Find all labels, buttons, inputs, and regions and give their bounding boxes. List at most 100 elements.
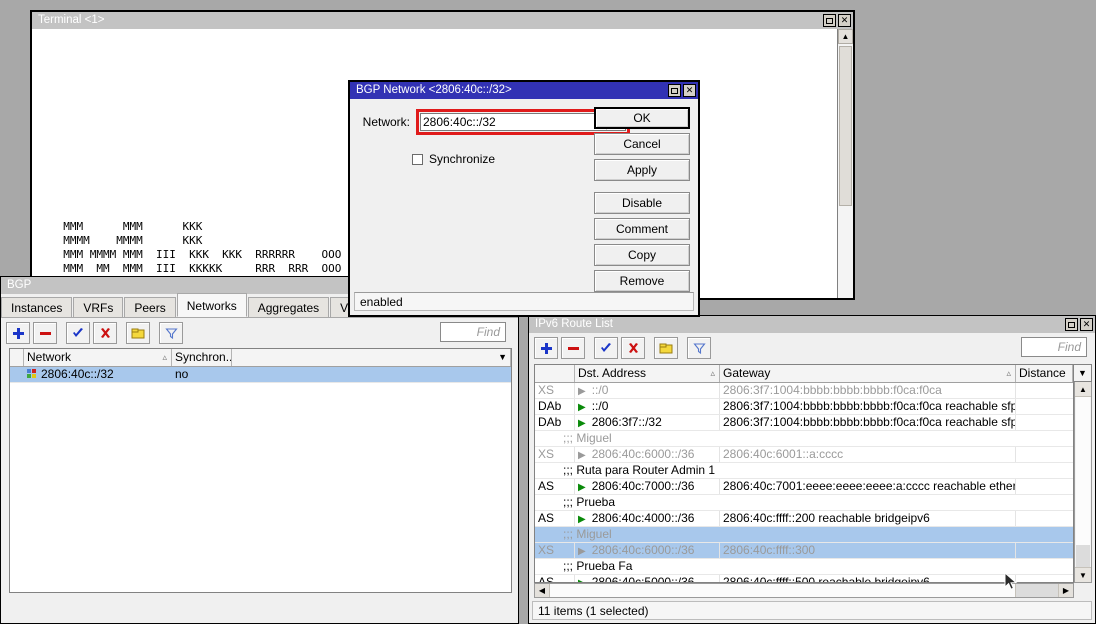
comment-icon[interactable] [126,322,150,344]
bgp-networks-table[interactable]: Network ▵ Synchron... ▼ 2806:40c::/32 no [9,348,512,593]
route-toolbar[interactable] [534,337,711,359]
route-column-menu-button[interactable]: ▼ [1074,364,1092,382]
terminal-vertical-scrollbar[interactable]: ▲ [837,29,853,298]
dialog-titlebar[interactable]: BGP Network <2806:40c::/32> ✕ [350,82,698,99]
chevron-down-icon[interactable]: ▼ [498,350,507,365]
scroll-up-icon[interactable]: ▲ [1075,382,1091,397]
synchronize-checkbox[interactable] [412,154,423,165]
route-title: IPv6 Route List [535,316,1065,333]
route-col-flags[interactable] [535,365,575,382]
terminal-titlebar[interactable]: Terminal <1> ✕ [32,12,853,29]
dialog-status-bar: enabled [354,292,694,311]
scroll-left-icon[interactable]: ◀ [535,584,550,597]
route-expand-arrow-icon[interactable]: ▶ [578,482,586,493]
route-row-dst-address: ▶2806:40c:6000::/36 [575,543,720,558]
add-icon[interactable] [534,337,558,359]
route-find-input[interactable]: Find [1021,337,1087,357]
bgp-window[interactable]: BGP Instances VRFs Peers Networks Aggreg… [0,276,519,624]
comment-button[interactable]: Comment [594,218,690,240]
route-row-dst-address: ▶2806:40c:6000::/36 [575,447,720,462]
close-icon[interactable]: ✕ [838,14,851,27]
scroll-up-icon[interactable]: ▲ [838,29,853,44]
route-comment-row[interactable]: ;;; Miguel [535,527,1073,543]
scroll-down-icon[interactable]: ▼ [1075,567,1091,582]
table-row[interactable]: XS▶2806:40c:6000::/362806:40c:ffff::300 [535,543,1073,559]
route-col-gateway[interactable]: Gateway ▵ [720,365,1016,382]
table-row[interactable]: 2806:40c::/32 no [10,367,511,383]
bgp-find-input[interactable]: Find [440,322,506,342]
disable-button[interactable]: Disable [594,192,690,214]
table-row[interactable]: DAb▶::/02806:3f7:1004:bbbb:bbbb:bbbb:f0c… [535,399,1073,415]
filter-icon[interactable] [687,337,711,359]
route-comment-row[interactable]: ;;; Miguel [535,431,1073,447]
tab-peers[interactable]: Peers [124,297,175,317]
table-row[interactable]: AS▶2806:40c:7000::/362806:40c:7001:eeee:… [535,479,1073,495]
remove-icon[interactable] [33,322,57,344]
maximize-icon[interactable] [668,84,681,97]
close-icon[interactable]: ✕ [1080,318,1093,331]
disable-icon[interactable] [93,322,117,344]
bgp-col-menu[interactable]: ▼ [232,349,511,366]
route-vertical-scrollbar[interactable]: ▲ ▼ [1074,382,1092,583]
route-expand-arrow-icon[interactable]: ▶ [578,450,586,461]
ok-button[interactable]: OK [594,107,690,129]
route-comment-text: ;;; Ruta para Router Admin 1 [535,463,715,478]
table-row[interactable]: DAb▶2806:3f7::/322806:3f7:1004:bbbb:bbbb… [535,415,1073,431]
dialog-title: BGP Network <2806:40c::/32> [356,82,668,99]
bgp-toolbar[interactable] [6,322,183,344]
enable-icon[interactable] [594,337,618,359]
tab-vrfs[interactable]: VRFs [73,297,123,317]
maximize-icon[interactable] [823,14,836,27]
maximize-icon[interactable] [1065,318,1078,331]
tab-instances[interactable]: Instances [1,297,72,317]
remove-button[interactable]: Remove [594,270,690,292]
route-scroll-thumb[interactable] [1076,397,1090,545]
scroll-right-icon[interactable]: ▶ [1058,584,1073,597]
bgp-col-flags[interactable] [10,349,24,366]
route-expand-arrow-icon[interactable]: ▶ [578,418,586,429]
table-row[interactable]: XS▶2806:40c:6000::/362806:40c:6001::a:cc… [535,447,1073,463]
apply-button[interactable]: Apply [594,159,690,181]
bgp-col-network[interactable]: Network ▵ [24,349,172,366]
route-expand-arrow-icon[interactable]: ▶ [578,386,586,397]
route-horizontal-scrollbar[interactable]: ◀ ▶ [534,583,1074,598]
route-expand-arrow-icon[interactable]: ▶ [578,514,586,525]
route-comment-row[interactable]: ;;; Prueba [535,495,1073,511]
remove-icon[interactable] [561,337,585,359]
bgp-network-dialog[interactable]: BGP Network <2806:40c::/32> ✕ Network: S… [348,80,700,317]
route-col-distance[interactable]: Distance [1016,365,1073,382]
route-hscroll-thumb[interactable] [550,584,1015,597]
filter-icon[interactable] [159,322,183,344]
synchronize-row[interactable]: Synchronize [412,152,495,166]
bgp-col-synchronize[interactable]: Synchron... [172,349,232,366]
route-scroll-track[interactable] [1076,545,1090,567]
route-titlebar[interactable]: IPv6 Route List ✕ [529,316,1095,333]
table-row[interactable]: AS▶2806:40c:4000::/362806:40c:ffff::200 … [535,511,1073,527]
table-row[interactable]: XS▶::/02806:3f7:1004:bbbb:bbbb:bbbb:f0ca… [535,383,1073,399]
add-icon[interactable] [6,322,30,344]
route-expand-arrow-icon[interactable]: ▶ [578,402,586,413]
route-row-gateway: 2806:3f7:1004:bbbb:bbbb:bbbb:f0ca:f0ca r… [720,415,1016,430]
cancel-button[interactable]: Cancel [594,133,690,155]
tab-networks[interactable]: Networks [177,293,247,317]
tab-aggregates[interactable]: Aggregates [248,297,329,317]
scroll-thumb[interactable] [839,46,852,206]
ipv6-route-list-window[interactable]: IPv6 Route List ✕ Find [528,315,1096,624]
disable-icon[interactable] [621,337,645,359]
route-col-dst-address[interactable]: Dst. Address ▵ [575,365,720,382]
enable-icon[interactable] [66,322,90,344]
route-table-header: Dst. Address ▵ Gateway ▵ Distance [535,365,1073,383]
route-rows-container: XS▶::/02806:3f7:1004:bbbb:bbbb:bbbb:f0ca… [535,383,1073,583]
route-table[interactable]: Dst. Address ▵ Gateway ▵ Distance XS▶::/… [534,364,1074,583]
copy-button[interactable]: Copy [594,244,690,266]
route-comment-row[interactable]: ;;; Prueba Fa [535,559,1073,575]
network-input[interactable] [421,114,606,130]
terminal-title: Terminal <1> [38,12,823,29]
route-expand-arrow-icon[interactable]: ▶ [578,546,586,557]
route-hscroll-track[interactable] [1015,584,1058,597]
close-icon[interactable]: ✕ [683,84,696,97]
comment-icon[interactable] [654,337,678,359]
route-row-dst-text: 2806:40c:7000::/36 [592,479,695,493]
table-row[interactable]: AS▶2806:40c:5000::/362806:40c:ffff::500 … [535,575,1073,583]
route-comment-row[interactable]: ;;; Ruta para Router Admin 1 [535,463,1073,479]
